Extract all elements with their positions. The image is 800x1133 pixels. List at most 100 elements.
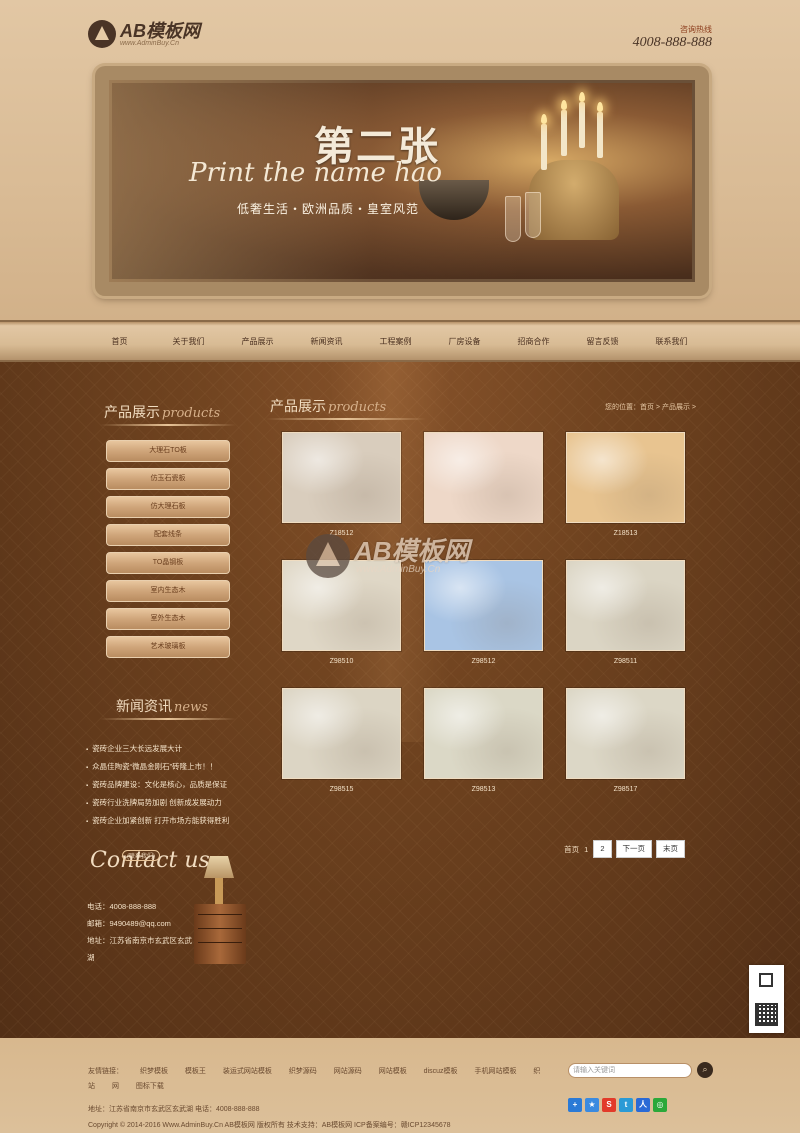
search-icon[interactable]: ⌕ [697, 1062, 713, 1078]
friend-link[interactable]: 网站源码 [334, 1068, 362, 1075]
search-input[interactable]: 请输入关键词 [568, 1063, 692, 1078]
share-renren-icon[interactable]: 人 [636, 1098, 650, 1112]
product-item[interactable]: Z98517 [566, 688, 685, 793]
nav-cases[interactable]: 工程案例 [361, 322, 430, 364]
main-nav: 首页 关于我们 产品展示 新闻资讯 工程案例 厂房设备 招商合作 留言反馈 联系… [0, 320, 800, 362]
nav-equipment[interactable]: 厂房设备 [430, 322, 499, 364]
watermark-logo-icon [306, 534, 350, 578]
nav-feedback[interactable]: 留言反馈 [568, 322, 637, 364]
header: AB模板网 www.AdminBuy.Cn 咨询热线 4008-888-888 … [0, 0, 800, 320]
qr-code-icon[interactable] [755, 1003, 778, 1026]
hotline: 咨询热线 4008-888-888 [633, 24, 712, 51]
candelabra-image [529, 160, 619, 240]
news-item[interactable]: 瓷砖行业洗牌局势加剧 创新成发展动力 [86, 794, 246, 812]
category-item[interactable]: TO晶钢板 [106, 552, 230, 574]
site-logo[interactable]: AB模板网 www.AdminBuy.Cn [88, 20, 200, 48]
contact-tag: (联系我们) [122, 850, 160, 861]
logo-subtext: www.AdminBuy.Cn [120, 39, 180, 47]
share-weibo-icon[interactable]: S [602, 1098, 616, 1112]
product-code[interactable]: Z98517 [566, 786, 685, 793]
banner: 第二张 Print the name hao 低奢生活・欧洲品质・皇室风范 [95, 66, 709, 296]
friend-link[interactable]: 织梦源码 [289, 1068, 317, 1075]
content-title: 产品展示 products [270, 398, 387, 415]
friend-link[interactable]: 模板王 [185, 1068, 206, 1075]
product-image[interactable] [282, 432, 401, 523]
friend-link[interactable]: discuz模板 [424, 1068, 458, 1075]
pager-page-2[interactable]: 2 [593, 840, 612, 858]
product-image[interactable] [424, 688, 543, 779]
floating-widget [749, 965, 784, 1033]
share-tencent-icon[interactable]: t [619, 1098, 633, 1112]
friend-link[interactable]: 装运式网站模板 [223, 1068, 272, 1075]
news-item[interactable]: 众晶佳陶瓷“微晶金刚石”砖隆上市！！ [86, 758, 246, 776]
news-item[interactable]: 瓷砖品牌建设：文化是核心，品质是保证 [86, 776, 246, 794]
hotline-label: 咨询热线 [680, 25, 712, 34]
share-wechat-icon[interactable]: ◎ [653, 1098, 667, 1112]
nav-contact[interactable]: 联系我们 [637, 322, 706, 364]
category-item[interactable]: 配套线条 [106, 524, 230, 546]
product-image[interactable] [566, 432, 685, 523]
product-code[interactable]: Z98511 [566, 658, 685, 665]
logo-icon [88, 20, 116, 48]
hotline-number: 4008-888-888 [632, 35, 712, 50]
product-item[interactable]: Z18512 [282, 432, 401, 537]
contact-email: 邮箱：9490489@qq.com [87, 919, 171, 928]
friend-links: 友情链接： 织梦模板 模板王 装运式网站模板 织梦源码 网站源码 网站模板 di… [88, 1064, 562, 1094]
category-item[interactable]: 室内生态木 [106, 580, 230, 602]
friend-links-label: 友情链接： [88, 1068, 123, 1075]
news-item[interactable]: 瓷砖企业三大长远发展大计 [86, 740, 246, 758]
friend-link[interactable]: 织梦模板 [140, 1068, 168, 1075]
product-image[interactable] [424, 432, 543, 523]
sidebar-news-title: 新闻资讯 news [116, 698, 208, 715]
banner-script: Print the name hao [189, 158, 442, 188]
nav-products[interactable]: 产品展示 [223, 322, 292, 364]
cabinet-image [194, 904, 246, 964]
category-item[interactable]: 仿玉石瓷板 [106, 468, 230, 490]
pagination: 首页 1 2 下一页 末页 [564, 840, 685, 858]
news-item[interactable]: 瓷砖企业加紧创新 打开市场方能获得胜利 [86, 812, 246, 830]
product-item[interactable]: Z98511 [566, 560, 685, 665]
logo-text: AB模板网 [120, 20, 200, 41]
category-item[interactable]: 大理石TO板 [106, 440, 230, 462]
pager-first[interactable]: 首页 [564, 844, 579, 855]
nav-cooperation[interactable]: 招商合作 [499, 322, 568, 364]
product-item[interactable] [424, 432, 543, 530]
edit-icon[interactable] [759, 973, 773, 987]
product-item[interactable]: Z98513 [424, 688, 543, 793]
product-code[interactable]: Z98512 [424, 658, 543, 665]
product-image[interactable] [282, 688, 401, 779]
product-item[interactable]: Z18513 [566, 432, 685, 537]
watermark: AB模板网 www.AdminBuy.Cn [306, 534, 470, 578]
breadcrumb[interactable]: 您的位置：首页 > 产品展示 > [605, 402, 696, 412]
friend-link[interactable]: 网站模板 [379, 1068, 407, 1075]
product-image[interactable] [566, 560, 685, 651]
pager-next[interactable]: 下一页 [615, 840, 652, 858]
contact-phone: 电话：4008-888-888 [87, 902, 157, 911]
product-item[interactable]: Z98515 [282, 688, 401, 793]
product-code[interactable]: Z18513 [566, 530, 685, 537]
category-item[interactable]: 室外生态木 [106, 608, 230, 630]
friend-link[interactable]: 图标下载 [136, 1083, 164, 1090]
share-plus-icon[interactable]: + [568, 1098, 582, 1112]
share-qzone-icon[interactable]: ★ [585, 1098, 599, 1112]
category-item[interactable]: 艺术玻璃板 [106, 636, 230, 658]
friend-link[interactable]: 网 [112, 1083, 119, 1090]
contact-address: 地址：江苏省南京市玄武区玄武湖 [87, 936, 192, 962]
product-code[interactable]: Z98515 [282, 786, 401, 793]
product-code[interactable]: Z98510 [282, 658, 401, 665]
product-image[interactable] [566, 688, 685, 779]
share-icons: + ★ S t 人 ◎ [568, 1098, 667, 1112]
watermark-text: AB模板网 [354, 535, 470, 566]
nav-about[interactable]: 关于我们 [154, 322, 223, 364]
banner-subtitle: 低奢生活・欧洲品质・皇室风范 [237, 202, 420, 216]
nav-home[interactable]: 首页 [85, 322, 154, 364]
category-list: 大理石TO板 仿玉石瓷板 仿大理石板 配套线条 TO晶钢板 室内生态木 室外生态… [106, 440, 230, 664]
sidebar-products-title: 产品展示 products [104, 404, 221, 421]
category-item[interactable]: 仿大理石板 [106, 496, 230, 518]
product-code[interactable]: Z98513 [424, 786, 543, 793]
nav-news[interactable]: 新闻资讯 [292, 322, 361, 364]
pager-current: 1 [584, 844, 589, 854]
friend-link[interactable]: 手机网站模板 [474, 1068, 516, 1075]
footer-copyright: Copyright © 2014-2016 Www.AdminBuy.Cn AB… [88, 1122, 451, 1129]
pager-last[interactable]: 末页 [656, 840, 685, 858]
